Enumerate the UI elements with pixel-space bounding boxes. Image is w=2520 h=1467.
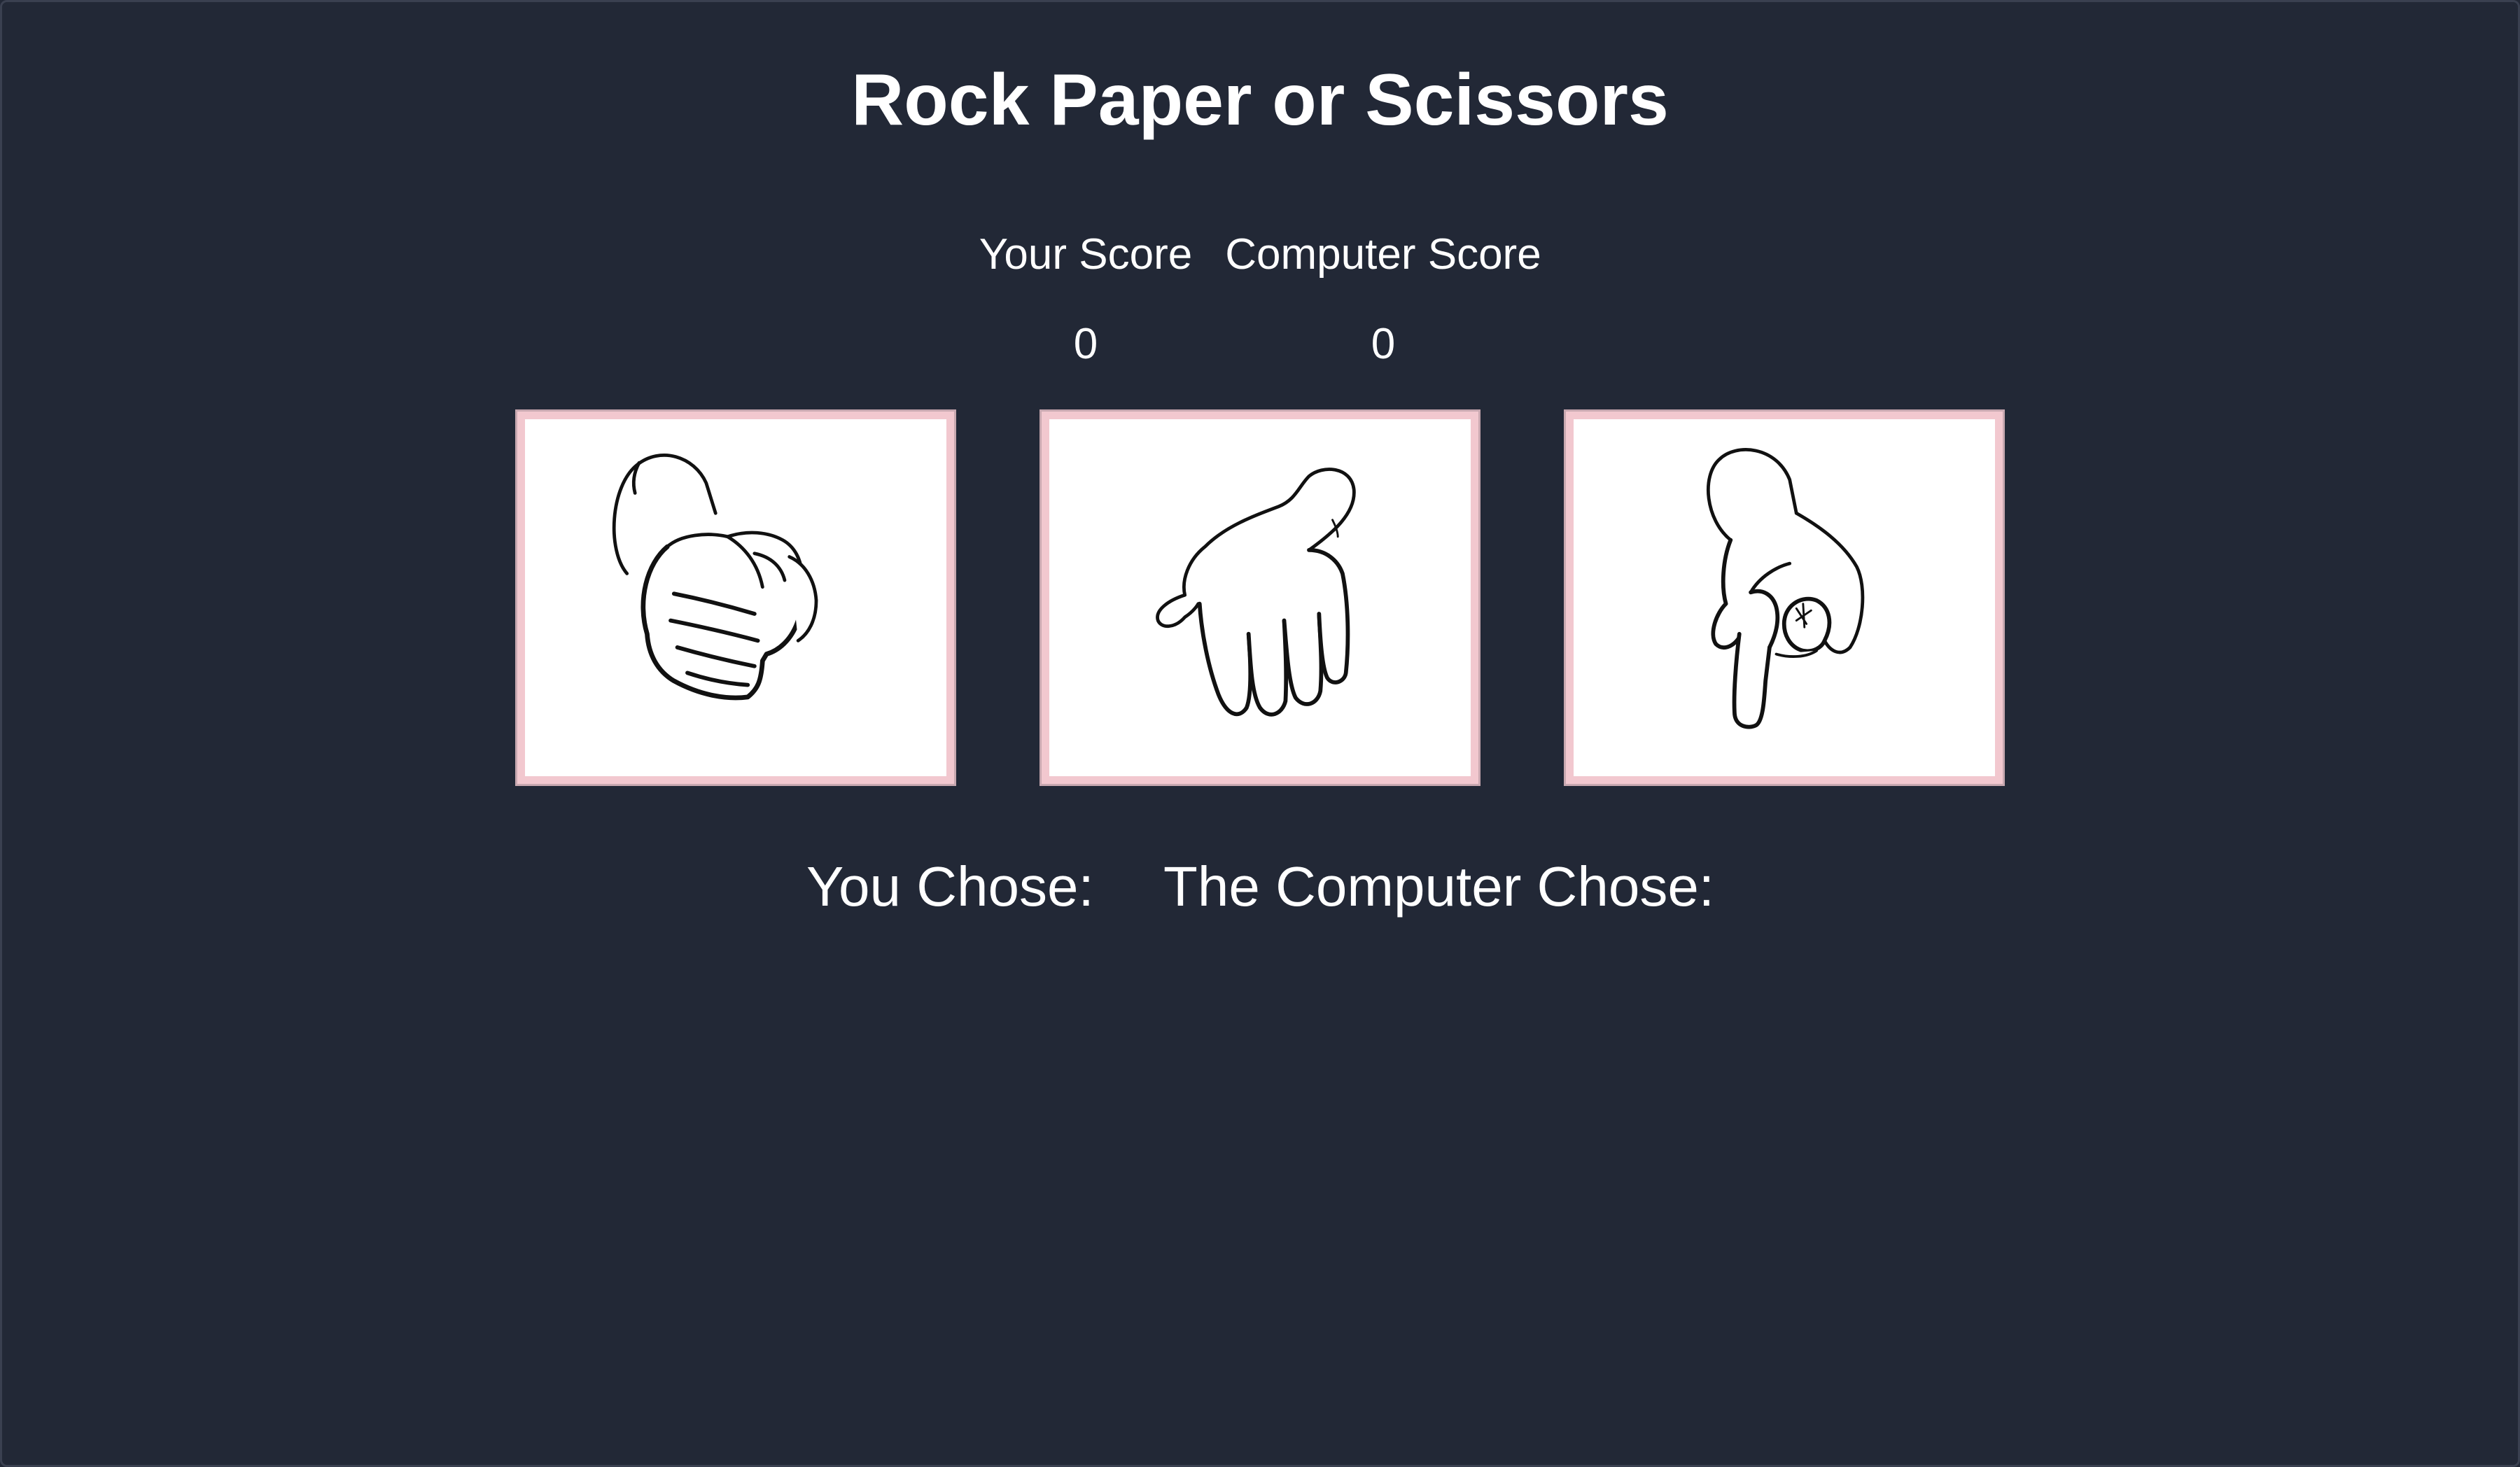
rock-hand-icon [612,454,818,701]
your-score-label: Your Score [979,230,1193,279]
computer-score-label: Computer Score [1225,230,1541,279]
you-chose-label: You Chose: [806,855,1094,918]
scissors-choice-button[interactable] [1566,412,2003,784]
paper-hand-icon [1156,468,1356,717]
your-score-value: 0 [1073,320,1098,368]
computer-chose-label: The Computer Chose: [1163,855,1715,918]
rock-choice-button[interactable] [517,412,954,784]
scissors-hand-icon [1706,448,1865,729]
computer-score-value: 0 [1371,320,1396,368]
page-title: Rock Paper or Scissors [851,59,1669,141]
paper-choice-button[interactable] [1042,412,1478,784]
